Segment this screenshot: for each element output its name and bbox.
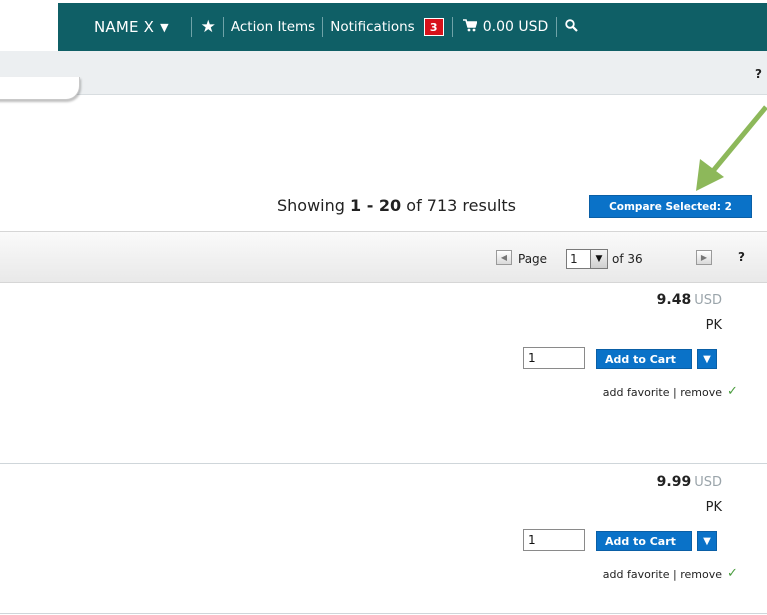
top-nav-bar: NAME X ▼ ★ Action Items Notifications 3 … [58, 3, 767, 51]
check-icon: ✓ [727, 566, 738, 581]
search-button[interactable] [557, 3, 579, 51]
add-to-cart-dropdown[interactable]: ▼ [697, 531, 717, 551]
quantity-input[interactable]: 1 [523, 529, 585, 551]
price-value: 9.99 [656, 474, 692, 490]
results-summary: Showing 1 - 20 of 713 results [277, 196, 516, 215]
results-prefix: Showing [277, 196, 350, 215]
next-page-button[interactable]: ▶ [696, 250, 712, 265]
current-page: 1 [570, 252, 578, 266]
action-items-link[interactable]: Action Items [224, 3, 322, 51]
search-icon [565, 18, 579, 36]
pagination-bar: ◀ Page 1 ▼ of 36 ▶ ? [0, 231, 767, 283]
product-actions: add favorite | remove [603, 386, 722, 399]
product-actions: add favorite | remove [603, 568, 722, 581]
caret-down-icon: ▼ [703, 353, 711, 365]
pager-help-icon[interactable]: ? [738, 250, 745, 264]
action-items-label: Action Items [230, 19, 316, 35]
check-icon: ✓ [727, 384, 738, 399]
cart-icon [462, 18, 478, 36]
add-favorite-link[interactable]: add favorite [603, 568, 670, 581]
link-separator: | [669, 386, 681, 399]
search-field-fragment[interactable] [0, 77, 80, 100]
sub-toolbar: ? [0, 51, 767, 95]
chevron-down-icon: ▼ [590, 250, 607, 268]
price-currency: USD [694, 293, 722, 308]
remove-link[interactable]: remove [680, 568, 722, 581]
results-range: 1 - 20 [350, 196, 402, 215]
user-name: NAME X [94, 18, 155, 36]
page-select[interactable]: 1 ▼ [566, 249, 608, 269]
product-row: 9.48 USD PK 1 Add to Cart ▼ add favorite … [0, 283, 767, 464]
product-price: 9.99 USD [657, 474, 722, 490]
notifications-link[interactable]: Notifications 3 [323, 3, 452, 51]
prev-page-button[interactable]: ◀ [496, 250, 512, 265]
add-favorite-link[interactable]: add favorite [603, 386, 670, 399]
user-menu[interactable]: NAME X ▼ [58, 3, 169, 51]
product-price: 9.48 USD [657, 292, 722, 308]
favorites-link[interactable]: ★ [192, 3, 223, 51]
caret-down-icon: ▼ [703, 535, 711, 547]
compare-selected-button[interactable]: Compare Selected: 2 [589, 195, 752, 218]
price-currency: USD [694, 475, 722, 490]
results-suffix: results [457, 196, 517, 215]
price-value: 9.48 [656, 292, 692, 308]
add-to-cart-button[interactable]: Add to Cart [596, 349, 692, 369]
page-count: of 36 [612, 252, 643, 266]
arrow-right-icon: ▶ [700, 253, 708, 262]
star-icon: ★ [200, 17, 216, 37]
notifications-label: Notifications [330, 19, 415, 35]
page-label: Page [518, 252, 548, 266]
add-to-cart-dropdown[interactable]: ▼ [697, 349, 717, 369]
results-total: 713 [426, 196, 458, 215]
arrow-left-icon: ◀ [500, 253, 508, 262]
product-row: 9.99 USD PK 1 Add to Cart ▼ add favorite … [0, 465, 767, 614]
unit-of-measure: PK [705, 318, 722, 333]
results-of: of [401, 196, 427, 215]
notifications-count-badge: 3 [423, 18, 444, 36]
remove-link[interactable]: remove [680, 386, 722, 399]
unit-of-measure: PK [705, 500, 722, 515]
add-to-cart-button[interactable]: Add to Cart [596, 531, 692, 551]
annotation-arrow [696, 105, 767, 191]
nav-left-area [0, 3, 58, 51]
link-separator: | [669, 568, 681, 581]
help-icon[interactable]: ? [755, 67, 762, 81]
quantity-input[interactable]: 1 [523, 347, 585, 369]
cart-link[interactable]: 0.00 USD [453, 3, 557, 51]
caret-down-icon: ▼ [160, 20, 169, 34]
cart-amount: 0.00 USD [482, 19, 549, 35]
